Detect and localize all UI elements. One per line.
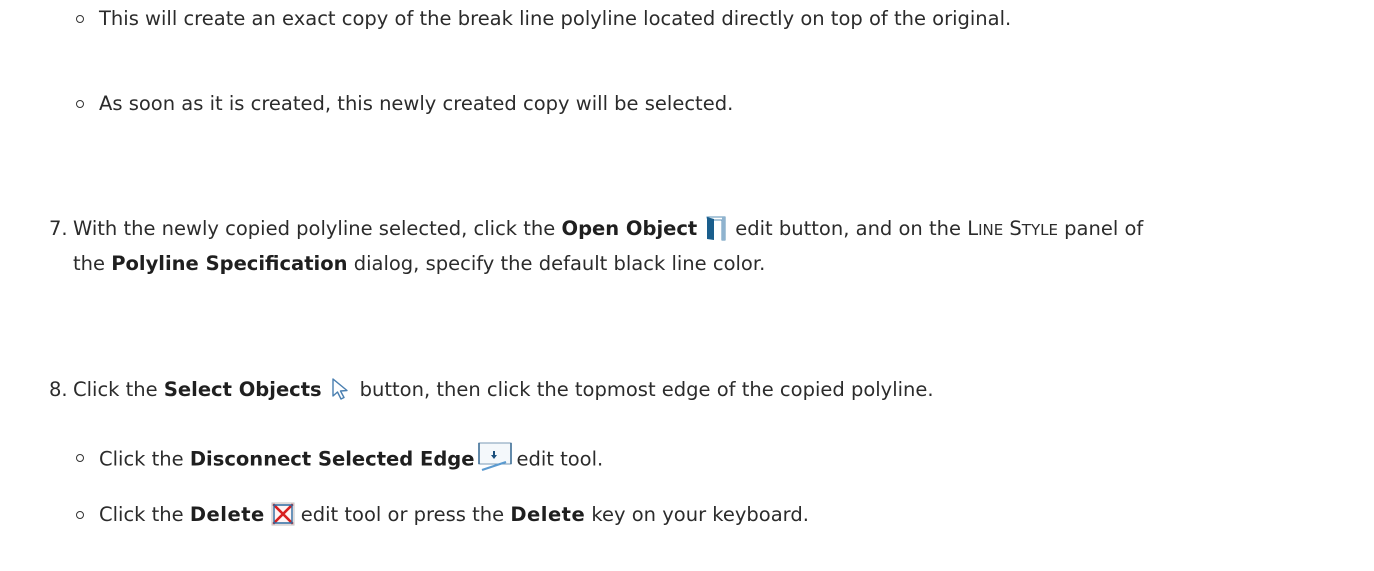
bullet-text: This will create an exact copy of the br… bbox=[99, 7, 1012, 30]
bullet-item: Click the Delete edit tool or press the D… bbox=[99, 502, 809, 526]
bullet-marker bbox=[76, 454, 84, 462]
bullet-text: As soon as it is created, this newly cre… bbox=[99, 92, 734, 115]
step-number: 7. bbox=[49, 217, 68, 240]
bullet-item: Click the Disconnect Selected Edge edit t… bbox=[99, 442, 603, 475]
step-text: With the newly copied polyline selected,… bbox=[73, 216, 1143, 243]
keyboard-key: Delete bbox=[510, 503, 586, 526]
step-number: 8. bbox=[49, 378, 68, 401]
open-object-icon bbox=[703, 215, 729, 241]
ui-term: Delete bbox=[189, 503, 265, 526]
bullet-item: This will create an exact copy of the br… bbox=[99, 6, 1011, 32]
bullet-marker bbox=[76, 511, 84, 519]
disconnect-selected-edge-icon bbox=[478, 442, 513, 472]
ui-term: Disconnect Selected Edge bbox=[189, 447, 475, 471]
ui-term: Select Objects bbox=[163, 378, 322, 401]
delete-x-icon bbox=[271, 502, 295, 526]
bullet-marker bbox=[76, 15, 84, 23]
step-text-continued: the Polyline Specification dialog, speci… bbox=[73, 252, 766, 275]
ui-term: Polyline Specification bbox=[111, 252, 348, 275]
step-text: Click the Select Objects button, then cli… bbox=[73, 377, 934, 404]
ui-term: Open Object bbox=[561, 217, 698, 240]
bullet-marker bbox=[76, 100, 84, 108]
select-objects-arrow-icon bbox=[328, 376, 354, 402]
bullet-item: As soon as it is created, this newly cre… bbox=[99, 91, 733, 117]
